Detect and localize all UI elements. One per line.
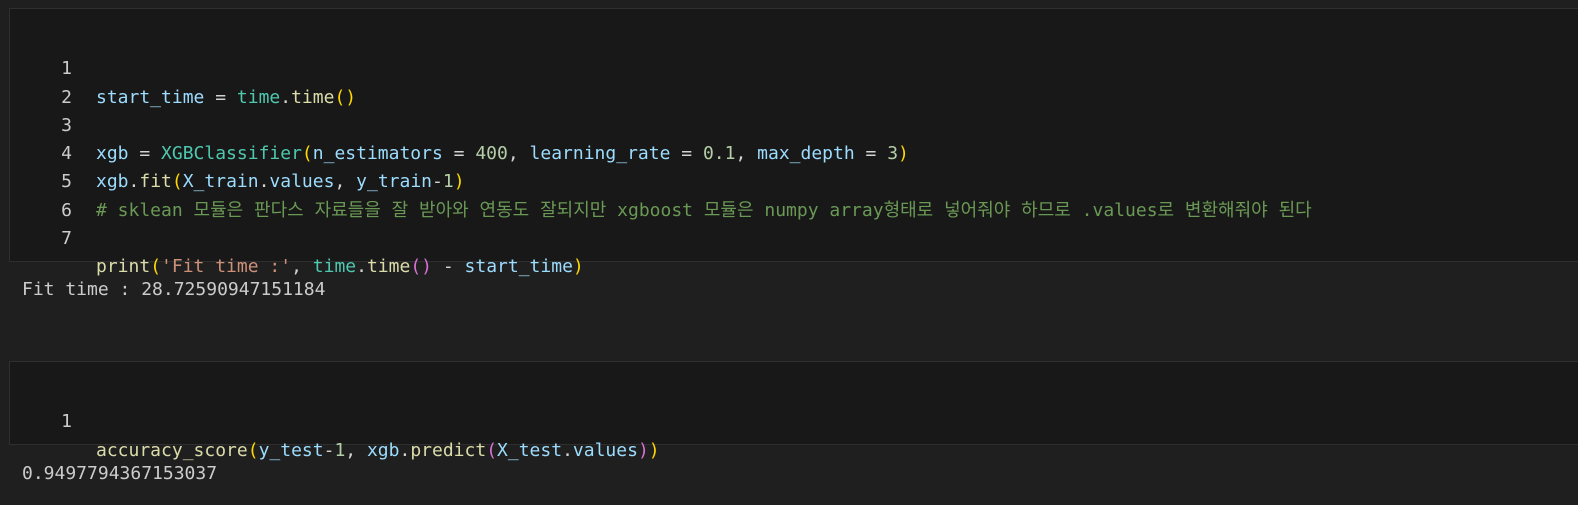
- line-number: 7: [61, 228, 72, 250]
- code-cell-1[interactable]: 1 start_time = time.time() 2 3 xgb = XGB…: [9, 8, 1578, 277]
- code-line[interactable]: 6: [10, 168, 1578, 221]
- code-editor[interactable]: 1 accuracy_score(y_test-1, xgb.predict(X…: [10, 380, 1578, 460]
- code-line[interactable]: 7 print('Fit time :', time.time() - star…: [10, 197, 1578, 277]
- code-line[interactable]: 1 start_time = time.time(): [10, 27, 1578, 107]
- code-line[interactable]: 4 xgb.fit(X_train.values, y_train-1): [10, 112, 1578, 192]
- cell-output-2: 0.9497794367153037: [22, 463, 218, 484]
- code-line[interactable]: 5 # sklean 모듈은 판다스 자료들을 잘 받아와 연동도 잘되지만 x…: [10, 140, 1578, 220]
- code-cell-2[interactable]: 1 accuracy_score(y_test-1, xgb.predict(X…: [9, 361, 1578, 461]
- code-editor[interactable]: 1 start_time = time.time() 2 3 xgb = XGB…: [10, 27, 1578, 277]
- code-text[interactable]: accuracy_score(y_test-1, xgb.predict(X_t…: [96, 437, 660, 465]
- code-line[interactable]: 3 xgb = XGBClassifier(n_estimators = 400…: [10, 84, 1578, 164]
- cell-output-1: Fit time : 28.72590947151184: [22, 279, 326, 300]
- code-line[interactable]: 1 accuracy_score(y_test-1, xgb.predict(X…: [10, 380, 1578, 460]
- line-number: 1: [61, 411, 72, 433]
- code-line[interactable]: 2: [10, 55, 1578, 108]
